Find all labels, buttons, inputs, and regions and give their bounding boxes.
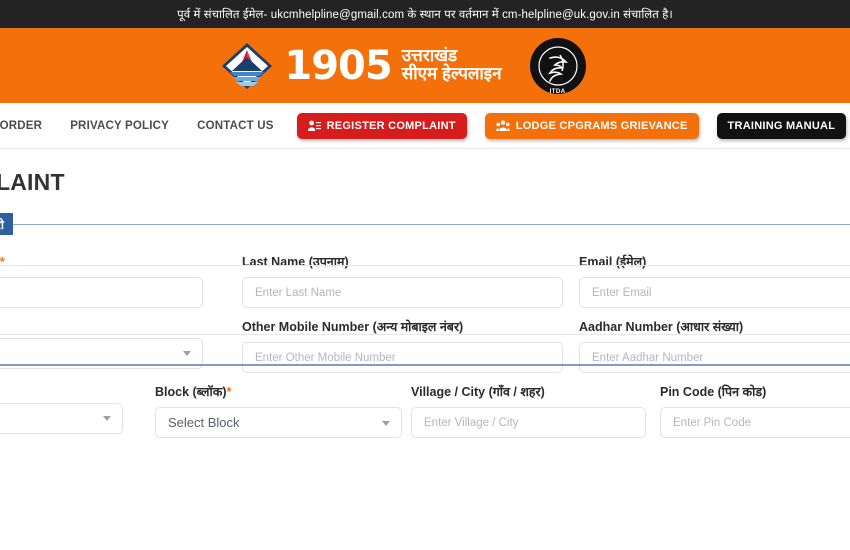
main-navigation: ERNMENT ORDER PRIVACY POLICY CONTACT US …: [0, 103, 850, 149]
chevron-down-icon: [183, 351, 191, 356]
page-content: OMPLAINT जानकारी नाम)* Last Name (उपनाम)…: [0, 149, 850, 549]
itda-label: ITDA: [549, 88, 566, 95]
last-name-input[interactable]: Enter Last Name: [242, 277, 563, 308]
field-last-name-label: Last Name (उपनाम): [242, 255, 349, 269]
brand-hindi-line1: उत्तराखंड: [401, 45, 458, 65]
nav-privacy-policy[interactable]: PRIVACY POLICY: [56, 120, 183, 132]
itda-circular-logo-icon: ITDA: [529, 37, 586, 95]
form-row-3: Block (ब्लॉक)* Select Block Village / Ci…: [0, 383, 850, 438]
form-row-1: नाम)* Last Name (उपनाम) Enter Last Name …: [0, 253, 850, 308]
field-district: [0, 383, 123, 438]
email-input[interactable]: Enter Email: [579, 277, 850, 308]
field-pin-code: Pin Code (पिन कोड) Enter Pin Code: [660, 383, 850, 438]
chevron-down-icon: [382, 420, 390, 426]
field-pin-code-label: Pin Code (पिन कोड): [660, 385, 767, 399]
form-section-tabs: जानकारी: [0, 213, 850, 235]
field-village-city-label: Village / City (गाँव / शहर): [411, 385, 545, 399]
nav-training-manual[interactable]: TRAINING MANUAL: [716, 112, 847, 139]
aadhar-number-input[interactable]: Enter Aadhar Number: [579, 342, 850, 373]
nav-register-complaint[interactable]: REGISTER COMPLAINT: [296, 112, 467, 139]
district-select[interactable]: [0, 402, 123, 434]
field-other-mobile-number-label: Other Mobile Number (अन्य मोबाइल नंबर): [242, 320, 464, 334]
brand-number: 1905: [284, 42, 392, 89]
field-email-label: Email (ईमेल): [579, 255, 647, 269]
nav-government-order[interactable]: ERNMENT ORDER: [0, 120, 56, 132]
nav-contact-us[interactable]: CONTACT US: [183, 120, 288, 132]
mountain-emblem-icon: [220, 41, 274, 91]
field-village-city: Village / City (गाँव / शहर) Enter Villag…: [411, 383, 646, 438]
nav-lodge-cpgrams-grievance-label: LODGE CPGRAMS GRIEVANCE: [515, 119, 688, 132]
field-aadhar-number-label: Aadhar Number (आधार संख्या): [579, 320, 744, 334]
first-name-input[interactable]: [0, 277, 203, 308]
field-last-name: Last Name (उपनाम) Enter Last Name: [242, 253, 563, 308]
tab-divider-rule: [13, 223, 850, 225]
pin-code-input[interactable]: Enter Pin Code: [660, 407, 850, 438]
section-divider-1: [0, 265, 850, 266]
field-block-label: Block (ब्लॉक)*: [155, 385, 232, 399]
village-city-input[interactable]: Enter Village / City: [411, 407, 646, 438]
field-mobile-number-label: [0, 318, 203, 331]
field-district-label: [0, 383, 123, 396]
nav-lodge-cpgrams-grievance[interactable]: LODGE CPGRAMS GRIEVANCE: [484, 112, 699, 139]
field-first-name: नाम)*: [0, 253, 203, 308]
people-group-icon: [495, 119, 510, 132]
page-title: OMPLAINT: [0, 169, 65, 195]
nav-training-manual-label: TRAINING MANUAL: [727, 119, 836, 132]
nav-register-complaint-label: REGISTER COMPLAINT: [326, 119, 456, 132]
field-block: Block (ब्लॉक)* Select Block: [155, 383, 402, 438]
section-divider-2: [0, 334, 850, 335]
brand-hindi-text: उत्तराखंड सीएम हेल्पलाइन: [401, 45, 502, 85]
brand-hindi-line2: सीएम हेल्पलाइन: [401, 63, 502, 83]
notice-bar: पूर्व में संचालित ईमेल- ukcmhelpline@gma…: [0, 0, 850, 28]
chevron-down-icon: [103, 416, 111, 421]
brand-header: 1905 उत्तराखंड सीएम हेल्पलाइन ITDA: [0, 28, 850, 103]
other-mobile-number-input[interactable]: Enter Other Mobile Number: [242, 342, 563, 373]
field-first-name-label: नाम)*: [0, 255, 5, 269]
user-list-icon: [307, 120, 321, 132]
section-divider-bottom: [0, 364, 850, 366]
notice-text: पूर्व में संचालित ईमेल- ukcmhelpline@gma…: [177, 8, 673, 21]
field-email: Email (ईमेल) Enter Email: [579, 253, 850, 308]
block-select[interactable]: Select Block: [155, 407, 402, 438]
tab-personal-info[interactable]: जानकारी: [0, 213, 14, 235]
